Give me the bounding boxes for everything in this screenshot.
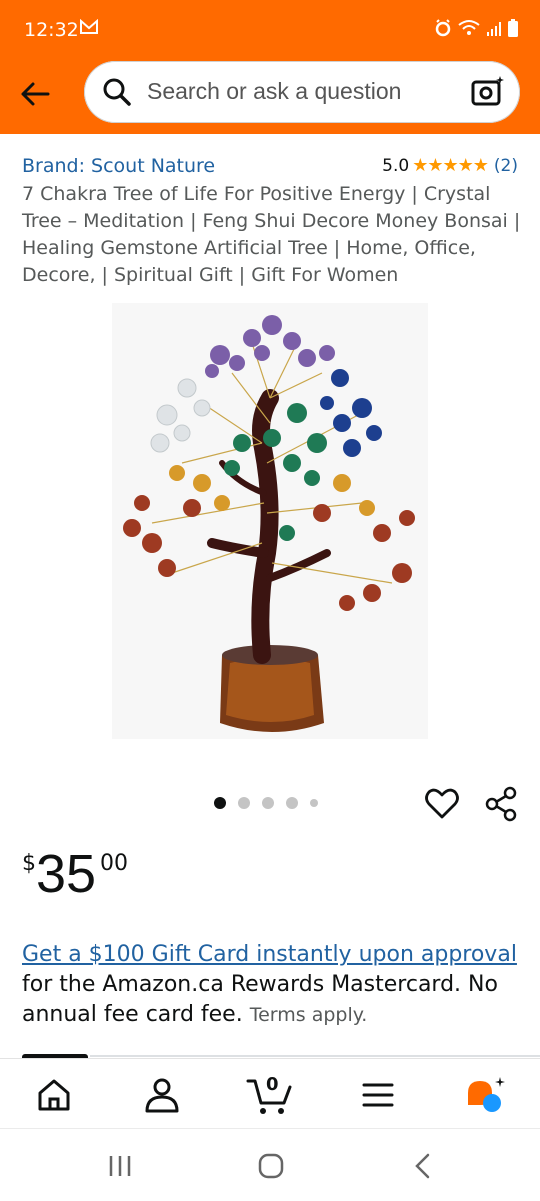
- section-divider-line: [90, 1055, 540, 1057]
- back-chevron-icon[interactable]: [406, 1149, 440, 1183]
- credit-card-promo: Get a $100 Gift Card instantly upon appr…: [22, 940, 522, 1030]
- rating[interactable]: 5.0 ★★★★★ (2): [382, 155, 518, 176]
- alarm-icon: [434, 19, 452, 42]
- wifi-icon: [458, 19, 480, 42]
- star-rating-icon: ★★★★★: [412, 155, 489, 176]
- home-circle-icon[interactable]: [254, 1149, 288, 1183]
- product-title: 7 Chakra Tree of Life For Positive Energ…: [22, 183, 521, 286]
- camera-search-icon[interactable]: [470, 74, 506, 114]
- price-whole: 35: [36, 844, 97, 904]
- search-input[interactable]: Search or ask a question: [84, 61, 520, 123]
- price-fraction: 00: [100, 851, 128, 876]
- brand-link[interactable]: Brand: Scout Nature: [22, 155, 215, 177]
- status-time: 12:32: [24, 19, 79, 41]
- signal-icon: [486, 20, 502, 42]
- carousel-dot[interactable]: [214, 797, 226, 809]
- brand-row: Brand: Scout Nature 5.0 ★★★★★ (2): [22, 155, 520, 181]
- carousel-dot[interactable]: [238, 797, 250, 809]
- back-arrow-icon[interactable]: [16, 74, 56, 114]
- rating-value: 5.0: [382, 155, 410, 176]
- heart-icon[interactable]: [424, 786, 460, 822]
- status-icons: [434, 19, 518, 42]
- carousel-dot[interactable]: [262, 797, 274, 809]
- home-icon[interactable]: [32, 1073, 76, 1117]
- price-symbol: $: [22, 851, 36, 876]
- battery-icon: [508, 19, 518, 42]
- rufus-assistant-icon[interactable]: [464, 1073, 508, 1117]
- share-icon[interactable]: [484, 786, 520, 822]
- system-nav-bar: [0, 1128, 540, 1201]
- cart-count: 0: [266, 1074, 279, 1095]
- search-placeholder: Search or ask a question: [147, 78, 402, 104]
- account-icon[interactable]: [140, 1073, 184, 1117]
- carousel-dot[interactable]: [286, 797, 298, 809]
- product-image[interactable]: [112, 303, 428, 739]
- recents-icon[interactable]: [103, 1149, 137, 1183]
- image-carousel-dots[interactable]: [214, 797, 318, 809]
- search-header: Search or ask a question: [0, 60, 540, 134]
- review-count[interactable]: (2): [494, 156, 518, 176]
- status-bar: 12:32: [0, 0, 540, 60]
- gift-card-link[interactable]: Get a $100 Gift Card instantly upon appr…: [22, 942, 517, 967]
- search-icon: [102, 77, 132, 111]
- menu-icon[interactable]: [356, 1073, 400, 1117]
- gmail-icon: [80, 18, 98, 40]
- terms-link[interactable]: Terms apply.: [250, 1004, 368, 1026]
- carousel-dot[interactable]: [310, 799, 318, 807]
